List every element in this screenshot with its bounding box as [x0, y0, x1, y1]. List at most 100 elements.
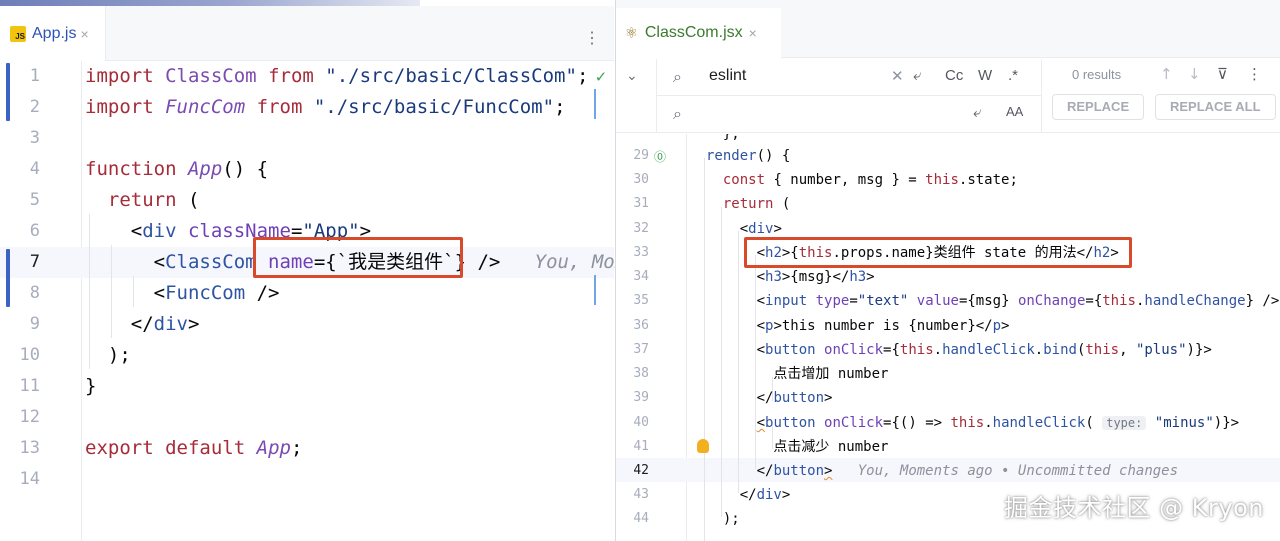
code-line: 1 import ClassCom from "./src/basic/Clas… — [0, 61, 614, 92]
replace-row: ⌕ ⤶ AA — [656, 96, 1041, 133]
find-results-area: 0 results ↑ ↓ ⊽ ⋮ REPLACE REPLACE ALL — [1041, 59, 1280, 133]
search-icon[interactable]: ⌕ — [673, 67, 682, 87]
code-line: 12 — [0, 402, 614, 433]
tab-app-js[interactable]: JS App.js × — [0, 6, 106, 61]
code-text: } — [85, 375, 97, 397]
line-number: 42 — [633, 463, 649, 478]
code-text: function App() { — [85, 158, 269, 180]
new-line-icon[interactable]: ⤶ — [973, 104, 981, 121]
code-line: 14 — [0, 464, 614, 495]
code-text: </div> — [85, 313, 200, 335]
parameter-hint: type: — [1102, 416, 1147, 430]
code-line: 5 return ( — [0, 185, 614, 216]
code-text: export default App; — [85, 437, 303, 459]
code-text: </button> — [706, 390, 833, 406]
line-number: 8 — [29, 283, 40, 303]
code-text: </button> You, Moments ago • Uncommitted… — [706, 463, 1179, 479]
close-icon[interactable]: × — [749, 25, 757, 41]
tab-label: ClassCom.jsx — [644, 24, 743, 41]
code-line: 13 export default App; — [0, 433, 614, 464]
code-text: <h3>{msg}</h3> — [706, 269, 875, 285]
left-editor-pane: JS App.js × ⋮ ✓ 1 import ClassCom from "… — [0, 0, 638, 541]
code-line: 30 const { number, msg } = this.state; — [616, 168, 1280, 192]
right-editor-pane: ⚛ ClassCom.jsx × ⌄ ⌕ eslint ✕ ⤶ Cc W .* … — [615, 0, 1280, 541]
chevron-down-icon[interactable]: ⌄ — [626, 67, 638, 84]
code-line: 34 <h3>{msg}</h3> — [616, 265, 1280, 289]
line-number: 39 — [633, 390, 649, 405]
line-number: 5 — [29, 190, 40, 210]
line-number: 12 — [19, 407, 40, 427]
code-text: ); — [85, 344, 131, 366]
code-text: 点击减少 number — [706, 439, 889, 455]
code-text: <button onClick={() => this.handleClick(… — [756, 415, 1240, 431]
code-text: render() { — [706, 148, 791, 164]
line-number: 34 — [633, 269, 649, 284]
clear-icon[interactable]: ✕ — [891, 67, 904, 85]
line-number: 9 — [29, 314, 40, 334]
code-line: 10 ); — [0, 340, 614, 371]
regex-toggle[interactable]: .* — [1008, 67, 1018, 84]
line-number: 32 — [633, 221, 649, 236]
results-count: 0 results — [1072, 67, 1122, 82]
line-number: 29 — [633, 148, 649, 163]
arrow-up-icon[interactable]: ↑ — [1160, 65, 1173, 83]
filter-icon[interactable]: ⊽ — [1217, 65, 1228, 83]
line-number: 37 — [633, 342, 649, 357]
code-line: 39 </button> — [616, 386, 1280, 410]
line-number: 43 — [633, 487, 649, 502]
code-line: 38 点击增加 number — [616, 362, 1280, 386]
code-line: 36 <p>this number is {number}</p> — [616, 314, 1280, 338]
line-number: 7 — [29, 252, 40, 272]
code-text: <FuncCom /> — [85, 282, 280, 304]
line-number: 2 — [29, 97, 40, 117]
react-file-icon: ⚛ — [626, 22, 637, 43]
more-options-icon[interactable]: ⋮ — [584, 28, 600, 48]
arrow-down-icon[interactable]: ↓ — [1188, 65, 1201, 83]
line-number: 10 — [19, 345, 40, 365]
js-file-icon: JS — [10, 25, 26, 42]
code-line: 9 </div> — [0, 309, 614, 340]
line-number: 35 — [633, 293, 649, 308]
code-line-current: 42 </button> You, Moments ago • Uncommit… — [616, 459, 1280, 483]
code-line: 31 return ( — [616, 192, 1280, 216]
whole-words-toggle[interactable]: W — [978, 67, 992, 84]
search-input[interactable]: eslint — [709, 67, 746, 85]
replace-search-icon[interactable]: ⌕ — [673, 104, 682, 124]
line-number: 38 — [633, 366, 649, 381]
watermark-text: 掘金技术社区 @ Kryon — [1004, 494, 1264, 522]
git-blame-hint: You, Moments ago • Uncommitted changes — [857, 463, 1179, 479]
code-text: const { number, msg } = this.state; — [722, 172, 1018, 188]
code-text: return ( — [107, 189, 200, 211]
line-number: 13 — [19, 438, 40, 458]
close-icon[interactable]: × — [80, 26, 88, 42]
line-number: 41 — [633, 439, 649, 454]
code-line: 35 <input type="text" value={msg} onChan… — [616, 289, 1280, 313]
find-row: ⌕ eslint ✕ ⤶ Cc W .* — [656, 59, 1041, 96]
code-line: 8 <FuncCom /> — [0, 278, 614, 309]
right-code-editor[interactable]: }, 29 ⓪ render() { 30 const { number, ms… — [616, 134, 1280, 541]
override-method-icon[interactable]: ⓪ — [654, 148, 666, 165]
replace-button[interactable]: REPLACE — [1052, 94, 1145, 120]
code-text: import ClassCom from "./src/basic/ClassC… — [85, 65, 589, 87]
more-options-icon[interactable]: ⋮ — [1247, 65, 1262, 83]
line-number: 11 — [19, 376, 40, 396]
new-line-icon[interactable]: ⤶ — [913, 67, 921, 84]
preserve-case-toggle[interactable]: AA — [1006, 104, 1023, 119]
tab-classcom-jsx[interactable]: ⚛ ClassCom.jsx × — [616, 8, 781, 58]
line-number: 44 — [633, 511, 649, 526]
find-replace-bar: ⌄ ⌕ eslint ✕ ⤶ Cc W .* ⌕ ⤶ AA 0 results … — [616, 59, 1280, 133]
left-code-editor[interactable]: ✓ 1 import ClassCom from "./src/basic/Cl… — [0, 61, 638, 541]
line-number: 4 — [29, 159, 40, 179]
line-number: 31 — [633, 196, 649, 211]
line-number: 6 — [29, 221, 40, 241]
code-text: <button onClick={this.handleClick.bind(t… — [706, 342, 1212, 358]
line-number: 3 — [29, 128, 40, 148]
replace-all-button[interactable]: REPLACE ALL — [1155, 94, 1276, 120]
code-line: 2 import FuncCom from "./src/basic/FuncC… — [0, 92, 614, 123]
line-number: 14 — [19, 469, 40, 489]
code-text: </div> — [706, 487, 791, 503]
code-line: 4 function App() { — [0, 154, 614, 185]
line-number: 36 — [633, 318, 649, 333]
tab-label: App.js — [32, 24, 77, 42]
match-case-toggle[interactable]: Cc — [945, 67, 963, 84]
